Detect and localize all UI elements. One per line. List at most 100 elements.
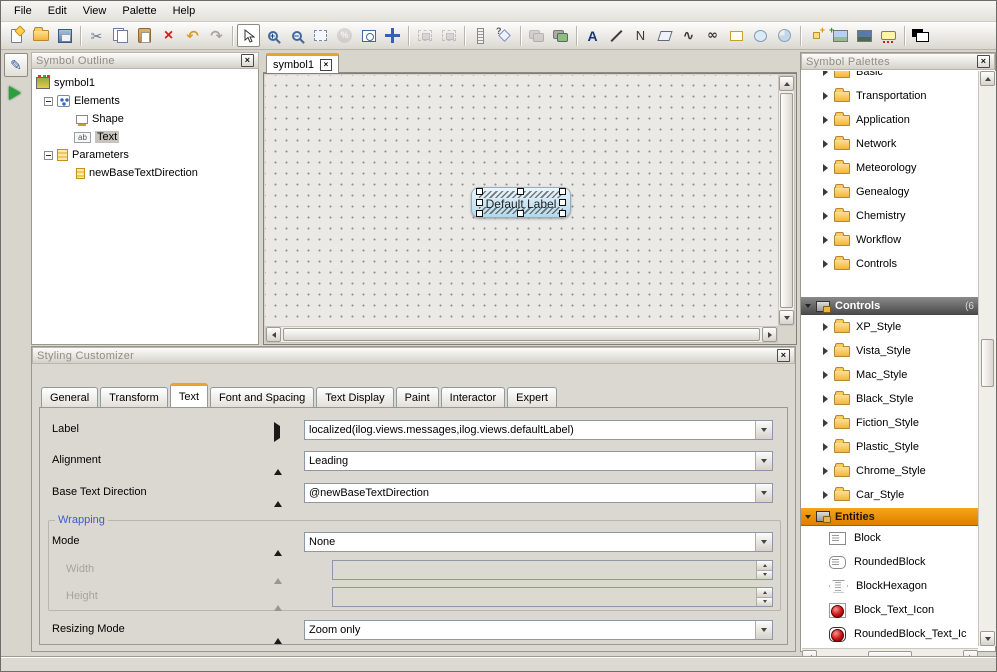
tab-symbol1[interactable]: symbol1 × (266, 53, 339, 73)
palette-folder-network[interactable]: Network (801, 132, 978, 156)
resize-handle-e[interactable] (559, 199, 566, 206)
entity-item-blockhexagon[interactable]: BlockHexagon (801, 574, 978, 598)
binding-arrow-icon[interactable] (274, 538, 282, 556)
tab-transform[interactable]: Transform (100, 387, 168, 407)
expand-arrow-icon[interactable] (823, 212, 828, 220)
arc-tool-button[interactable] (773, 24, 796, 47)
palette-folder-controls[interactable]: Controls (801, 252, 978, 276)
menu-palette[interactable]: Palette (114, 2, 164, 20)
add-images-button[interactable] (853, 24, 876, 47)
scroll-down-button[interactable] (779, 310, 794, 325)
controls-section-header[interactable]: Controls (6 (801, 296, 978, 315)
drawing-canvas[interactable]: Default Label (265, 75, 778, 326)
invert-colors-button[interactable] (909, 24, 932, 47)
rectangle-tool-button[interactable] (725, 24, 748, 47)
resize-handle-se[interactable] (559, 210, 566, 217)
controls-item-mac-style[interactable]: Mac_Style (801, 363, 978, 387)
tab-close-icon[interactable]: × (320, 59, 332, 71)
send-backward-button[interactable] (549, 24, 572, 47)
entity-item-block-text-icon[interactable]: Block_Text_Icon (801, 598, 978, 622)
expand-arrow-icon[interactable] (823, 140, 828, 148)
zoom-area-button[interactable] (309, 24, 332, 47)
entities-section-header[interactable]: Entities (801, 507, 978, 526)
base-text-direction-combobox[interactable]: @newBaseTextDirection (304, 483, 773, 503)
tree-node-text[interactable]: ab Text (32, 128, 258, 146)
copy-button[interactable] (109, 24, 132, 47)
canvas-vertical-scrollbar[interactable] (778, 75, 795, 326)
close-icon[interactable]: × (241, 54, 254, 67)
paste-button[interactable] (133, 24, 156, 47)
group-button[interactable] (413, 24, 436, 47)
tab-paint[interactable]: Paint (396, 387, 439, 407)
wrapping-height-spinner[interactable] (332, 587, 773, 607)
bring-forward-button[interactable] (525, 24, 548, 47)
vertical-scroll-thumb[interactable] (981, 339, 994, 387)
controls-item-car-style[interactable]: Car_Style (801, 483, 978, 507)
expand-arrow-icon[interactable] (823, 347, 828, 355)
controls-item-black-style[interactable]: Black_Style (801, 387, 978, 411)
zoom-fit-button[interactable] (357, 24, 380, 47)
alignment-combobox[interactable]: Leading (304, 451, 773, 471)
menu-help[interactable]: Help (165, 2, 204, 20)
scroll-down-button[interactable] (980, 631, 995, 646)
tab-interactor[interactable]: Interactor (441, 387, 505, 407)
zoom-in-button[interactable]: + (261, 24, 284, 47)
pan-button[interactable] (381, 24, 404, 47)
add-label-button[interactable] (877, 24, 900, 47)
ellipse-tool-button[interactable] (749, 24, 772, 47)
tree-node-elements[interactable]: Elements (32, 92, 258, 110)
dropdown-button[interactable] (755, 421, 772, 439)
controls-item-plastic-style[interactable]: Plastic_Style (801, 435, 978, 459)
spin-down-button[interactable] (757, 570, 772, 580)
ruler-button[interactable] (469, 24, 492, 47)
collapse-icon[interactable] (44, 151, 53, 160)
entity-item-roundedblock-text-icon[interactable]: RoundedBlock_Text_Ic (801, 622, 978, 646)
palette-folder-transportation[interactable]: Transportation (801, 84, 978, 108)
tab-general[interactable]: General (41, 387, 98, 407)
menu-edit[interactable]: Edit (40, 2, 75, 20)
label-combobox[interactable]: localized(ilog.views.messages,ilog.views… (304, 420, 773, 440)
closed-spline-tool-button[interactable]: ∞ (701, 24, 724, 47)
new-file-button[interactable] (5, 24, 28, 47)
resize-handle-n[interactable] (517, 188, 524, 195)
symbol-editor-mode-button[interactable]: ✎ (4, 53, 28, 77)
undo-button[interactable]: ↶ (181, 24, 204, 47)
add-image-button[interactable] (829, 24, 852, 47)
resize-handle-ne[interactable] (559, 188, 566, 195)
resize-handle-sw[interactable] (476, 210, 483, 217)
save-button[interactable] (53, 24, 76, 47)
expand-arrow-icon[interactable] (823, 71, 828, 76)
controls-item-xp-style[interactable]: XP_Style (801, 315, 978, 339)
entity-item-block[interactable]: Block (801, 526, 978, 550)
binding-arrow-icon[interactable] (274, 422, 280, 442)
zoom-percent-button[interactable]: % (333, 24, 356, 47)
collapse-icon[interactable] (44, 97, 53, 106)
binding-arrow-icon[interactable] (274, 457, 282, 475)
canvas-horizontal-scrollbar[interactable] (265, 326, 778, 343)
tree-node-shape[interactable]: Shape (32, 110, 258, 128)
dropdown-button[interactable] (755, 533, 772, 551)
expand-arrow-icon[interactable] (823, 395, 828, 403)
controls-item-chrome-style[interactable]: Chrome_Style (801, 459, 978, 483)
tab-font-and-spacing[interactable]: Font and Spacing (210, 387, 314, 407)
expand-arrow-icon[interactable] (823, 443, 828, 451)
controls-item-fiction-style[interactable]: Fiction_Style (801, 411, 978, 435)
expand-arrow-icon[interactable] (823, 236, 828, 244)
spin-up-button[interactable] (757, 588, 772, 597)
context-help-button[interactable]: ? (493, 24, 516, 47)
horizontal-scroll-thumb[interactable] (283, 328, 760, 341)
palette-folder-workflow[interactable]: Workflow (801, 228, 978, 252)
tab-text[interactable]: Text (170, 383, 208, 407)
close-icon[interactable]: × (977, 55, 990, 68)
vertical-scroll-thumb[interactable] (780, 93, 793, 308)
resize-handle-w[interactable] (476, 199, 483, 206)
expand-arrow-icon[interactable] (823, 188, 828, 196)
controls-item-vista-style[interactable]: Vista_Style (801, 339, 978, 363)
text-tool-button[interactable]: A (581, 24, 604, 47)
cut-button[interactable]: ✂ (85, 24, 108, 47)
line-tool-button[interactable] (605, 24, 628, 47)
palette-folder-basic[interactable]: Basic (801, 71, 978, 84)
wrapping-mode-combobox[interactable]: None (304, 532, 773, 552)
scroll-left-button[interactable] (266, 327, 281, 342)
delete-button[interactable]: × (157, 24, 180, 47)
